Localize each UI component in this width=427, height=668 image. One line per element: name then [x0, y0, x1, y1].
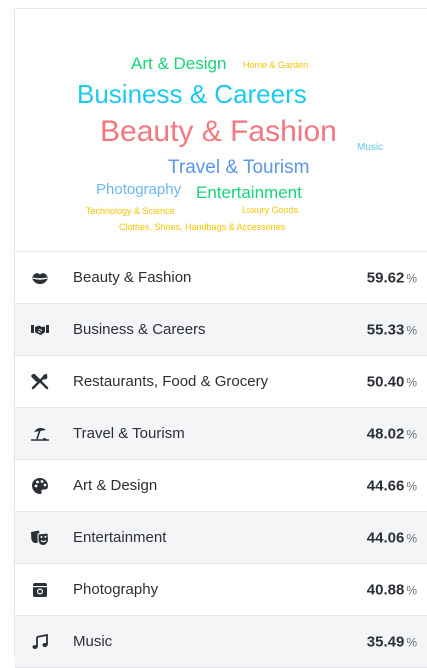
list-item-label: Music	[73, 633, 113, 650]
list-item-value: 35.49%	[366, 633, 417, 650]
handshake-icon	[29, 319, 51, 341]
palette-icon	[29, 475, 51, 497]
utensils-icon	[29, 371, 51, 393]
list-item-value: 55.33%	[366, 321, 417, 338]
umbrella-beach-icon	[29, 423, 51, 445]
list-item-label: Art & Design	[73, 477, 158, 494]
cloud-word-luxury-goods: Luxury Goods	[242, 205, 299, 215]
list-item-business-careers[interactable]: Business & Careers 55.33%	[15, 304, 427, 356]
list-item-label: Travel & Tourism	[73, 425, 185, 442]
list-item-restaurants-food-grocery[interactable]: Restaurants, Food & Grocery 50.40%	[15, 356, 427, 408]
list-item-label: Entertainment	[73, 529, 167, 546]
list-item-travel-tourism[interactable]: Travel & Tourism 48.02%	[15, 408, 427, 460]
list-item-value: 44.06%	[366, 529, 417, 546]
list-item-value: 59.62%	[366, 269, 417, 286]
list-item-value: 44.66%	[366, 477, 417, 494]
list-item-label: Restaurants, Food & Grocery	[73, 373, 269, 390]
list-item-entertainment[interactable]: Entertainment 44.06%	[15, 512, 427, 564]
cloud-word-beauty-fashion: Beauty & Fashion	[100, 115, 337, 148]
list-item-photography[interactable]: Photography 40.88%	[15, 564, 427, 616]
cloud-word-photography: Photography	[96, 181, 182, 198]
cloud-word-travel-tourism: Travel & Tourism	[168, 157, 310, 178]
cloud-word-music: Music	[357, 142, 384, 153]
cloud-word-art-design: Art & Design	[131, 54, 227, 73]
theater-masks-icon	[29, 527, 51, 549]
music-note-icon	[29, 631, 51, 653]
camera-icon	[29, 579, 51, 601]
interests-panel: Art & Design Home & Garden Business & Ca…	[14, 8, 427, 668]
interest-word-cloud: Art & Design Home & Garden Business & Ca…	[15, 9, 427, 252]
cloud-word-home-garden: Home & Garden	[243, 60, 309, 70]
cloud-word-business-careers: Business & Careers	[77, 79, 307, 109]
list-item-value: 40.88%	[366, 581, 417, 598]
list-item-value: 48.02%	[366, 425, 417, 442]
list-item-label: Beauty & Fashion	[73, 269, 192, 286]
list-item-value: 50.40%	[366, 373, 417, 390]
list-item-art-design[interactable]: Art & Design 44.66%	[15, 460, 427, 512]
lips-icon	[29, 267, 51, 289]
cloud-word-technology-science: Technology & Science	[86, 206, 175, 216]
list-item-music[interactable]: Music 35.49%	[15, 616, 427, 668]
cloud-word-entertainment: Entertainment	[196, 183, 302, 202]
cloud-word-clothes-accessories: Clothes, Shoes, Handbags & Accessories	[119, 222, 286, 232]
list-item-label: Photography	[73, 581, 159, 598]
list-item-label: Business & Careers	[73, 321, 206, 338]
interest-list: Beauty & Fashion 59.62% Business & Caree…	[15, 252, 427, 668]
list-item-beauty-fashion[interactable]: Beauty & Fashion 59.62%	[15, 252, 427, 304]
